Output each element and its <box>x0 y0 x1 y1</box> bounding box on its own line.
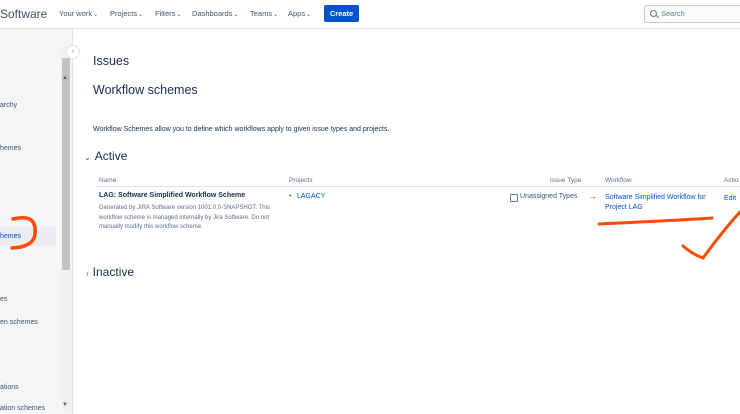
top-navigation: Software Your work⌄ Projects⌄ Filters⌄ D… <box>0 0 740 29</box>
inactive-section-toggle[interactable]: › Inactive <box>86 265 134 279</box>
sidebar-item-configurations[interactable]: ations <box>0 384 19 391</box>
breadcrumb[interactable]: Issues <box>93 54 129 68</box>
search-icon <box>650 10 657 17</box>
scroll-down-icon[interactable]: ▼ <box>62 402 68 408</box>
sidebar-item-configuration-schemes[interactable]: ation schemes <box>0 405 45 412</box>
checkmark-annotation <box>681 210 740 260</box>
sidebar-item-hierarchy[interactable]: archy <box>0 102 17 109</box>
chevron-down-icon: ⌄ <box>306 12 312 18</box>
chevron-down-icon: ⌄ <box>93 12 99 18</box>
active-section-label: Active <box>94 149 128 163</box>
column-header-issue-type: Issue Type <box>550 177 582 184</box>
table-header-divider <box>95 186 740 187</box>
product-logo[interactable]: Software <box>0 7 47 21</box>
search-placeholder: Search <box>661 9 685 18</box>
column-header-projects: Projects <box>289 177 313 184</box>
chevron-down-icon: ⌄ <box>138 12 144 18</box>
page-title: Workflow schemes <box>93 83 198 97</box>
underline-annotation <box>597 216 714 226</box>
collapse-sidebar-button[interactable]: ‹ <box>66 45 80 59</box>
nav-apps[interactable]: Apps⌄ <box>288 9 311 18</box>
issue-type-icon <box>510 194 518 202</box>
workflow-link[interactable]: Software Simplified Workflow for Project… <box>605 193 725 213</box>
issue-type-label: Unassigned Types <box>520 193 578 200</box>
scheme-name: LAG: Software Simplified Workflow Scheme <box>99 192 246 199</box>
column-header-workflow: Workflow <box>605 177 632 184</box>
project-link[interactable]: LAGACY <box>297 193 325 200</box>
nav-teams[interactable]: Teams⌄ <box>250 9 278 18</box>
inactive-section-label: Inactive <box>92 265 135 279</box>
chevron-down-icon: ⌄ <box>84 153 91 162</box>
bullet-icon: • <box>289 193 292 200</box>
sidebar-item-workflow-schemes[interactable]: hemes <box>0 227 56 246</box>
sidebar-item-screens[interactable]: es <box>0 296 7 303</box>
nav-your-work[interactable]: Your work⌄ <box>59 9 98 18</box>
chevron-right-icon: › <box>86 269 89 278</box>
chevron-down-icon: ⌄ <box>176 12 182 18</box>
scheme-description: Generated by JIRA Software version 1001.… <box>99 205 270 230</box>
chevron-down-icon: ⌄ <box>273 12 279 18</box>
create-button[interactable]: Create <box>324 5 359 22</box>
nav-projects[interactable]: Projects⌄ <box>110 9 143 18</box>
sidebar-item-schemes[interactable]: hemes <box>0 145 21 152</box>
scroll-up-icon[interactable]: ▲ <box>62 75 68 81</box>
column-header-actions: Actio <box>724 177 739 184</box>
nav-dashboards[interactable]: Dashboards⌄ <box>192 9 238 18</box>
nav-filters[interactable]: Filters⌄ <box>155 9 181 18</box>
edit-link[interactable]: Edit <box>724 195 736 202</box>
column-header-name: Name <box>99 177 117 184</box>
sidebar-scroll-thumb[interactable] <box>62 58 70 270</box>
arrow-right-icon: → <box>589 192 597 201</box>
sidebar-item-screen-schemes[interactable]: en schemes <box>0 319 38 326</box>
chevron-down-icon: ⌄ <box>233 12 239 18</box>
active-section-toggle[interactable]: ⌄ Active <box>84 149 127 163</box>
page-description: Workflow Schemes allow you to define whi… <box>93 126 390 133</box>
search-input[interactable]: Search <box>644 5 740 23</box>
